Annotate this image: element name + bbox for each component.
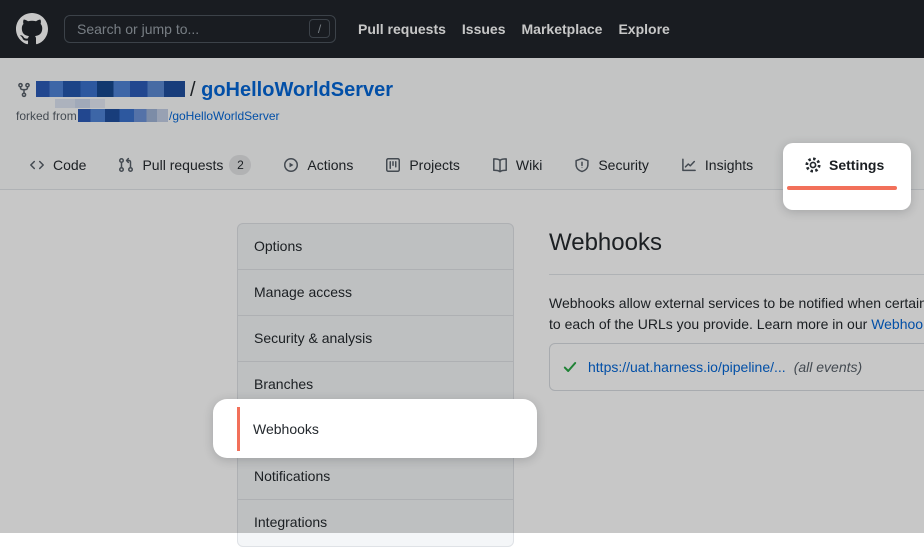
spotlight-webhooks-item[interactable]: Webhooks bbox=[213, 399, 537, 458]
sidebar-item-webhooks-selected[interactable]: Webhooks bbox=[237, 407, 514, 451]
gear-icon bbox=[804, 156, 822, 174]
selected-tab-indicator bbox=[787, 186, 897, 190]
spotlight-settings-tab[interactable]: Settings bbox=[783, 143, 911, 210]
tab-settings[interactable]: Settings bbox=[804, 156, 884, 174]
